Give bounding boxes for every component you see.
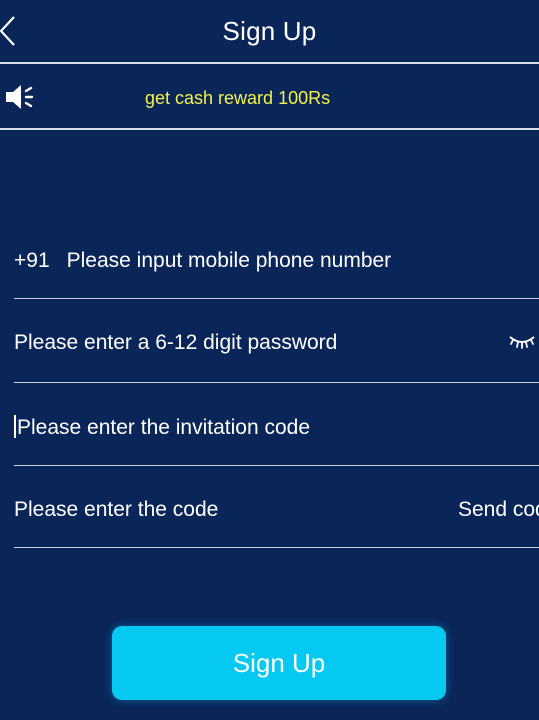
password-placeholder: Please enter a 6-12 digit password	[14, 331, 338, 354]
app-header: Sign Up	[0, 0, 539, 64]
notice-bar: get cash reward 100Rs	[0, 64, 539, 130]
divider	[14, 465, 539, 466]
sign-up-button[interactable]: Sign Up	[112, 626, 446, 700]
phone-field[interactable]: +91 Please input mobile phone number	[14, 249, 539, 273]
country-code[interactable]: +91	[14, 249, 50, 272]
page-title: Sign Up	[222, 16, 317, 46]
speaker-icon	[6, 85, 34, 109]
divider	[14, 547, 539, 548]
invitation-placeholder: Please enter the invitation code	[17, 416, 311, 439]
divider	[14, 382, 539, 383]
eye-closed-icon[interactable]	[508, 332, 536, 350]
divider	[14, 298, 539, 299]
code-placeholder: Please enter the code	[14, 498, 219, 521]
notice-text: get cash reward 100Rs	[145, 88, 331, 108]
verification-code-field[interactable]: Please enter the code	[14, 498, 434, 522]
invitation-code-field[interactable]: Please enter the invitation code	[14, 415, 539, 440]
text-caret	[14, 415, 16, 438]
phone-placeholder: Please input mobile phone number	[66, 249, 392, 272]
password-field[interactable]: Please enter a 6-12 digit password	[14, 331, 539, 355]
send-code-button[interactable]: Send code	[458, 498, 539, 522]
